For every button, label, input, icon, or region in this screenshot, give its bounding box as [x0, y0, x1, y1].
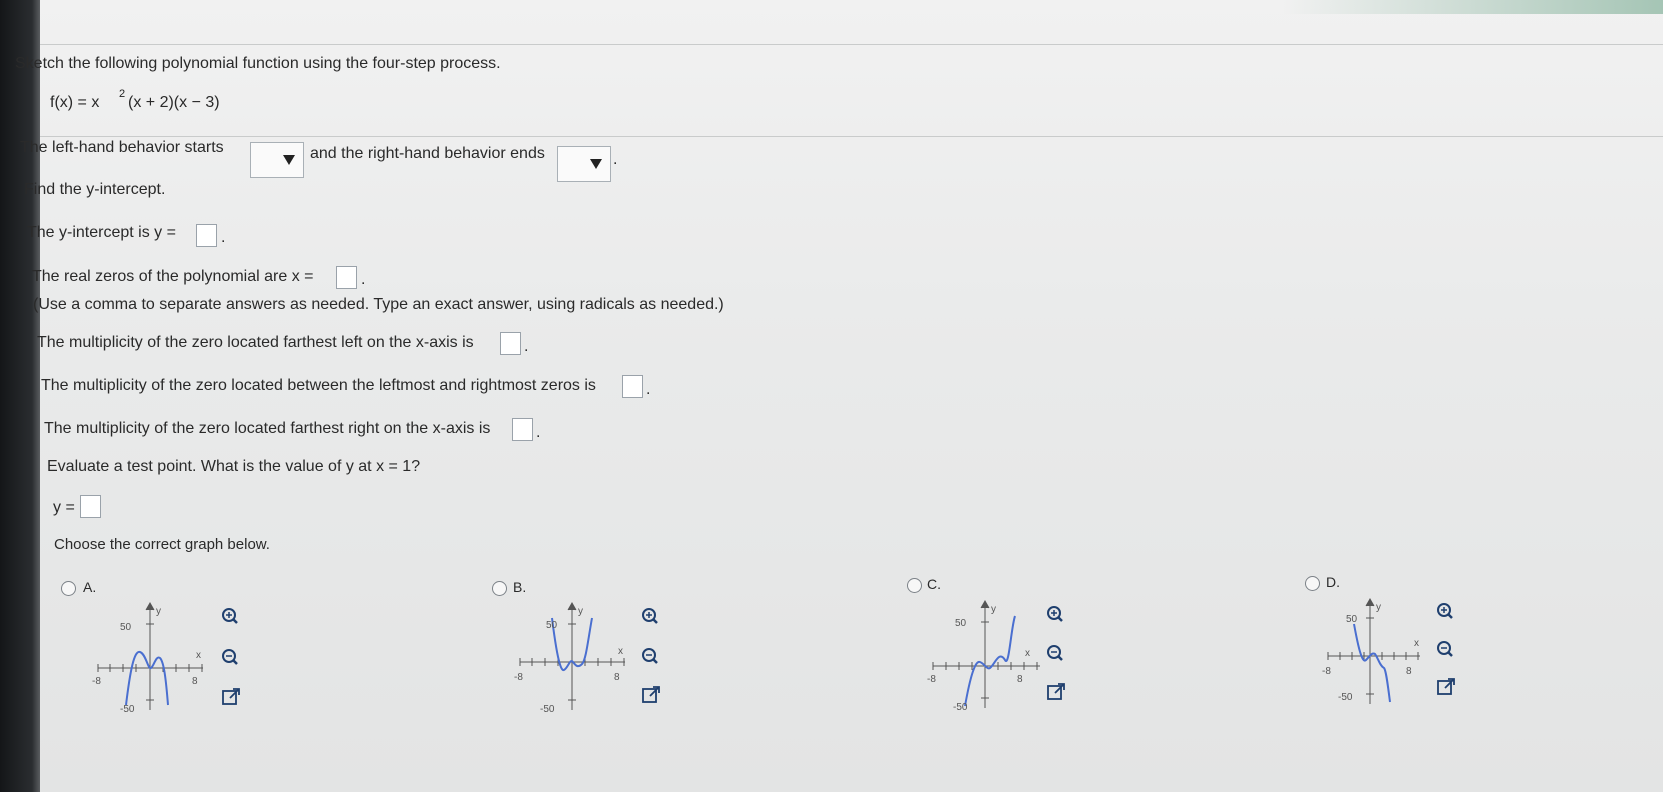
graph-b-y-label: y [578, 606, 583, 617]
graph-a-xmax: 8 [192, 676, 198, 687]
multiplicity-right-input[interactable] [512, 418, 533, 441]
option-a-label: A. [83, 579, 97, 595]
zoom-in-icon[interactable] [218, 605, 240, 627]
graph-c-xmin: -8 [927, 674, 936, 685]
multiplicity-middle-period: . [646, 381, 651, 398]
y-intercept-label: The y-intercept is y = [27, 224, 176, 241]
popout-icon[interactable] [640, 684, 662, 706]
graph-c-ymax: 50 [955, 618, 967, 629]
graph-a-curve [125, 651, 169, 706]
zoom-out-icon[interactable] [218, 646, 240, 668]
function-factors: (x + 2)(x − 3) [128, 94, 220, 111]
question-prompt: Sketch the following polynomial function… [15, 55, 501, 72]
option-c-label: C. [927, 576, 941, 592]
zoom-out-icon[interactable] [1043, 642, 1065, 664]
right-behavior-label: and the right-hand behavior ends [310, 145, 545, 162]
zeros-label: The real zeros of the polynomial are x = [32, 268, 314, 285]
graph-a-xmin: -8 [92, 676, 101, 687]
graph-b-ymin: -50 [540, 704, 555, 715]
graph-d: 50 -50 -8 8 y x [1322, 597, 1420, 704]
monitor-bezel [0, 0, 40, 792]
y-intercept-heading: Find the y-intercept. [24, 181, 166, 198]
zeros-hint: (Use a comma to separate answers as need… [33, 296, 724, 313]
option-a-radio[interactable] [61, 581, 76, 596]
graph-c-y-label: y [991, 604, 996, 615]
zoom-in-icon[interactable] [638, 605, 660, 627]
graph-c-curve [964, 615, 1016, 707]
question-divider [40, 136, 1663, 137]
top-strip [1283, 0, 1663, 14]
top-divider [40, 44, 1663, 45]
function-exponent: 2 [119, 88, 126, 100]
graph-b-ymax: 50 [546, 620, 558, 631]
option-b-label: B. [513, 579, 527, 595]
multiplicity-left-period: . [524, 338, 529, 355]
graph-b-xmin: -8 [514, 672, 523, 683]
graph-b-x-label: x [618, 646, 623, 657]
behavior-period: . [613, 151, 618, 168]
zeros-input[interactable] [336, 266, 357, 289]
graph-c-x-label: x [1025, 648, 1030, 659]
left-behavior-dropdown[interactable] [250, 142, 304, 178]
multiplicity-left-label: The multiplicity of the zero located far… [37, 334, 474, 351]
graph-d-curve [1353, 623, 1391, 703]
zoom-in-icon[interactable] [1043, 603, 1065, 625]
graph-a: 50 -50 -8 8 y x [92, 601, 203, 715]
zoom-out-icon[interactable] [638, 645, 660, 667]
dropdown-arrow-icon [283, 155, 295, 165]
graph-a-ymin: -50 [120, 704, 135, 715]
graph-a-y-label: y [156, 606, 161, 617]
test-point-label: Evaluate a test point. What is the value… [47, 458, 421, 475]
popout-icon[interactable] [220, 686, 242, 708]
option-c-radio[interactable] [907, 578, 922, 593]
multiplicity-middle-label: The multiplicity of the zero located bet… [41, 377, 596, 394]
graph-c-xmax: 8 [1017, 674, 1023, 685]
graph-c-ymin: -50 [953, 702, 968, 713]
option-b-radio[interactable] [492, 581, 507, 596]
zoom-out-icon[interactable] [1433, 638, 1455, 660]
y-intercept-input[interactable] [196, 224, 217, 247]
graph-a-x-label: x [196, 650, 201, 661]
multiplicity-right-period: . [536, 424, 541, 441]
graph-b-xmax: 8 [614, 672, 620, 683]
graph-b: 50 -50 -8 8 y x [514, 601, 625, 715]
graph-c: 50 -50 -8 8 y x [927, 599, 1040, 713]
choose-graph-label: Choose the correct graph below. [54, 536, 270, 553]
graph-d-xmax: 8 [1406, 666, 1412, 677]
zoom-in-icon[interactable] [1433, 600, 1455, 622]
multiplicity-middle-input[interactable] [622, 375, 643, 398]
right-behavior-dropdown[interactable] [557, 146, 611, 182]
test-point-answer-label: y = [53, 499, 75, 516]
option-d-label: D. [1326, 574, 1340, 590]
option-d-radio[interactable] [1305, 576, 1320, 591]
graph-d-x-label: x [1414, 638, 1419, 649]
dropdown-arrow-icon [590, 159, 602, 169]
popout-icon[interactable] [1435, 676, 1457, 698]
multiplicity-left-input[interactable] [500, 332, 521, 355]
function-text: f(x) = x [50, 94, 100, 111]
graph-d-y-label: y [1376, 602, 1381, 613]
graph-d-xmin: -8 [1322, 666, 1331, 677]
graph-a-ymax: 50 [120, 622, 132, 633]
zeros-period: . [361, 271, 366, 288]
graph-d-ymax: 50 [1346, 614, 1358, 625]
y-intercept-period: . [221, 229, 226, 246]
test-point-input[interactable] [80, 495, 101, 518]
multiplicity-right-label: The multiplicity of the zero located far… [44, 420, 491, 437]
graph-d-ymin: -50 [1338, 692, 1353, 703]
left-behavior-label: The left-hand behavior starts [20, 139, 224, 156]
popout-icon[interactable] [1045, 681, 1067, 703]
